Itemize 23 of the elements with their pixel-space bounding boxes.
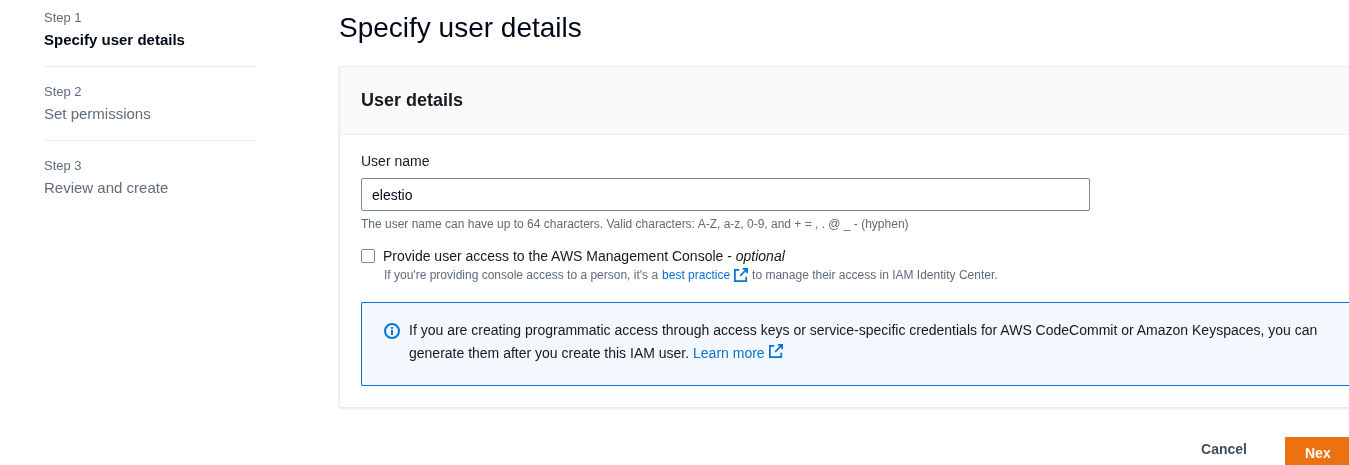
- page-title: Specify user details: [339, 12, 583, 44]
- step-number: Step 3: [44, 158, 83, 173]
- checkbox-label: Provide user access to the AWS Management Console - optional: [383, 248, 785, 264]
- info-icon: [384, 323, 400, 339]
- step-link[interactable]: Set permissions: [44, 105, 256, 122]
- step-link[interactable]: Review and create: [44, 179, 256, 196]
- step-link[interactable]: Specify user details: [44, 31, 256, 48]
- step-number: Step 1: [44, 10, 83, 25]
- checkbox[interactable]: [361, 249, 375, 263]
- learn-more-link[interactable]: Learn more: [693, 345, 765, 361]
- next-button[interactable]: Nex: [1285, 437, 1349, 465]
- external-link-icon: [734, 268, 749, 282]
- step-number: Step 2: [44, 84, 83, 99]
- description-text: to manage their access in IAM Identity Center.: [752, 268, 998, 282]
- description-text: If you're providing console access to a person, it's a: [384, 268, 659, 282]
- info-text: If you are creating programmatic access through access keys or service-specific credentials for AWS CodeCommit or Amazon Keyspaces, you can generate them after you create this IAM user. Learn more: [409, 321, 1319, 363]
- best-practice-link[interactable]: best practice: [662, 268, 731, 282]
- panel-title: User details: [361, 90, 464, 111]
- field-hint: The user name can have up to 64 characters. Valid characters: A-Z, a-z, 0-9, and + = , . @ _ - (hyphen): [361, 217, 910, 231]
- user-name-field[interactable]: elestio: [361, 178, 1090, 211]
- field-label: User name: [361, 153, 431, 169]
- cancel-button[interactable]: Cancel: [1181, 437, 1267, 461]
- external-link-icon: [768, 344, 783, 358]
